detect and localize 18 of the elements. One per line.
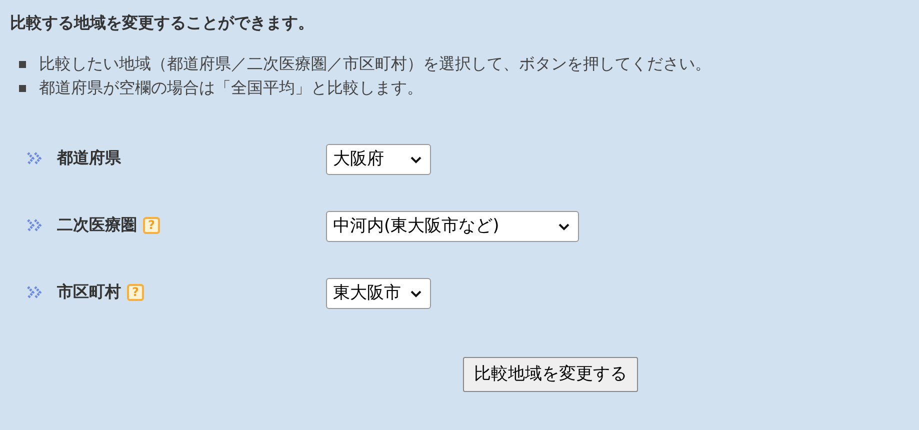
field-label: 都道府県 [57,147,121,169]
field-label: 二次医療圏 [57,214,137,236]
chevron-down-icon [410,290,422,298]
note-text: 比較したい地域（都道府県／二次医療圏／市区町村）を選択して、ボタンを押してください。 [39,53,711,75]
chevron-down-icon [558,222,570,230]
chevron-down-icon [410,156,422,164]
change-region-button[interactable]: 比較地域を変更する [463,357,638,392]
double-chevron-icon [27,152,43,164]
bullet-icon [19,84,26,92]
select-dropdown[interactable]: 中河内(東大阪市など) [326,211,579,242]
field-label: 市区町村 [57,281,121,303]
select-dropdown[interactable]: 東大阪市 [326,278,431,309]
bullet-icon [19,60,26,68]
note-text: 都道府県が空欄の場合は「全国平均」と比較します。 [39,77,423,99]
double-chevron-icon [27,218,43,232]
page-heading: 比較する地域を変更することができます。 [10,12,315,34]
select-dropdown[interactable]: 大阪府 [326,144,431,175]
double-chevron-icon [27,286,43,298]
